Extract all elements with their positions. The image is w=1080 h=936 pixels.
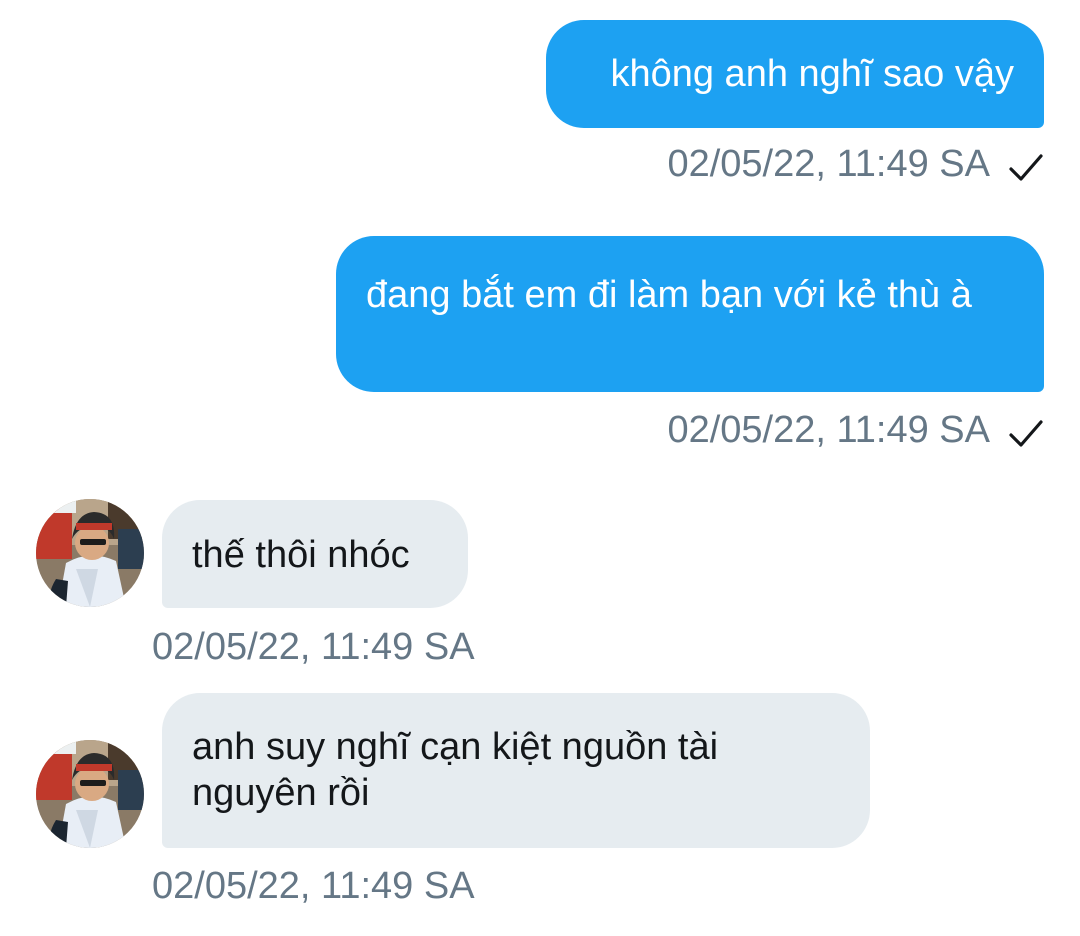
message-text: không anh nghĩ sao vậy <box>610 53 1014 95</box>
message-timestamp: 02/05/22, 11:49 SA <box>152 626 475 668</box>
message-bubble-outgoing[interactable]: không anh nghĩ sao vậy <box>546 20 1044 128</box>
message-timestamp: 02/05/22, 11:49 SA <box>667 409 990 451</box>
message-bubble-outgoing[interactable]: đang bắt em đi làm bạn với kẻ thù à <box>336 236 1044 392</box>
message-text: đang bắt em đi làm bạn với kẻ thù à <box>366 274 972 316</box>
user-avatar[interactable] <box>36 499 144 607</box>
avatar-photo <box>36 740 144 848</box>
message-timestamp: 02/05/22, 11:49 SA <box>667 143 990 185</box>
check-icon <box>1009 420 1043 447</box>
message-bubble-incoming[interactable]: anh suy nghĩ cạn kiệt nguồn tài nguyên r… <box>162 693 870 848</box>
avatar-photo <box>36 499 144 607</box>
message-bubble-incoming[interactable]: thế thôi nhóc <box>162 500 468 608</box>
message-text: anh suy nghĩ cạn kiệt nguồn tài nguyên r… <box>192 726 719 814</box>
user-avatar[interactable] <box>36 740 144 848</box>
check-icon <box>1009 154 1043 181</box>
message-text: thế thôi nhóc <box>192 534 410 576</box>
message-timestamp: 02/05/22, 11:49 SA <box>152 865 475 907</box>
